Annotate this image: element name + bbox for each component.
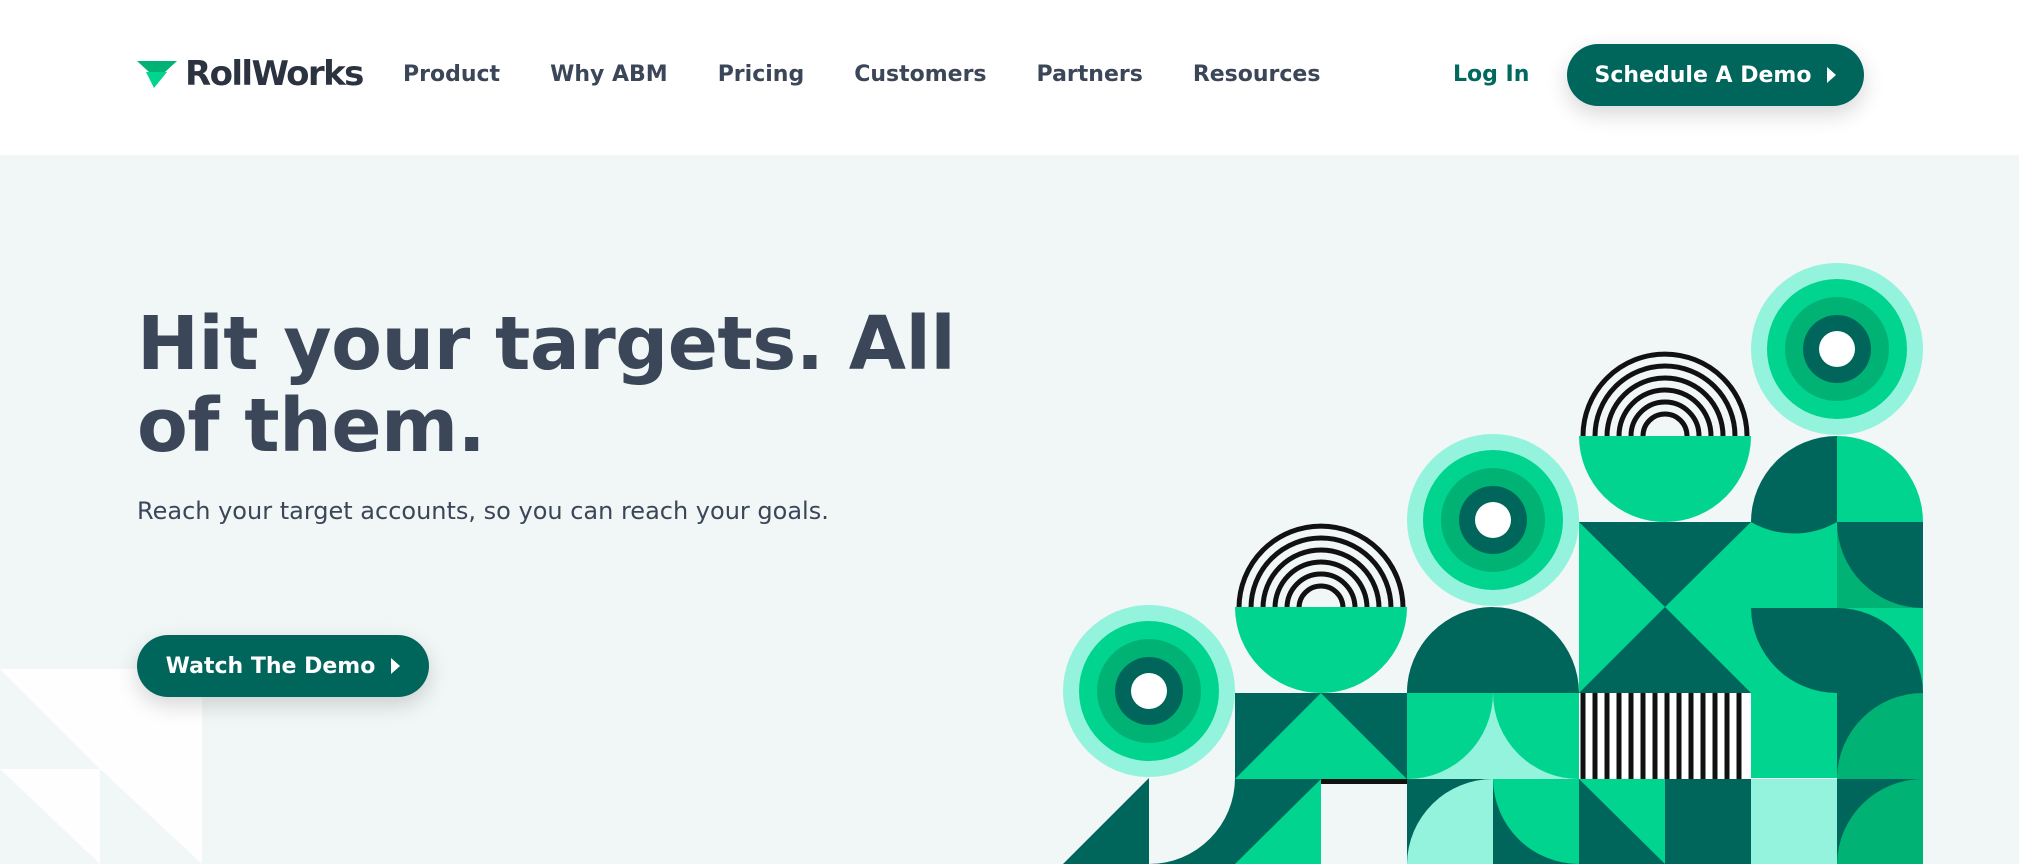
watch-demo-label: Watch The Demo [165, 653, 376, 679]
rollworks-logo-icon [137, 61, 177, 88]
rollworks-logo[interactable]: RollWorks [137, 54, 364, 94]
geometric-illustration [1063, 263, 1923, 864]
target-circle-2 [1407, 434, 1579, 606]
vertical-stripes [1579, 693, 1751, 779]
nav-why-abm[interactable]: Why ABM [550, 61, 668, 89]
triangle-decoration [0, 669, 202, 864]
watch-demo-button[interactable]: Watch The Demo [137, 635, 429, 697]
site-header: RollWorks Product Why ABM Pricing Custom… [0, 0, 2019, 155]
nav-customers[interactable]: Customers [854, 61, 986, 89]
hero-title: Hit your targets. All of them. [137, 301, 956, 469]
nav-resources[interactable]: Resources [1193, 61, 1321, 89]
nav-pricing[interactable]: Pricing [718, 61, 805, 89]
arch-lines-2 [1580, 351, 1750, 437]
hero-section: Hit your targets. All of them. Reach you… [0, 155, 2019, 864]
nav-product[interactable]: Product [403, 61, 500, 89]
target-circle-3 [1751, 263, 1923, 435]
schedule-demo-button[interactable]: Schedule A Demo [1567, 44, 1864, 106]
caret-right-icon [391, 658, 401, 674]
hero-subtitle: Reach your target accounts, so you can r… [137, 497, 829, 525]
arch-lines-1 [1236, 523, 1406, 609]
main-nav: Product Why ABM Pricing Customers Partne… [403, 61, 1370, 89]
schedule-demo-label: Schedule A Demo [1594, 62, 1812, 88]
logo-wordmark: RollWorks [185, 54, 364, 94]
target-circle-1 [1063, 605, 1235, 777]
login-link[interactable]: Log In [1453, 61, 1529, 89]
caret-right-icon [1827, 67, 1837, 83]
nav-partners[interactable]: Partners [1037, 61, 1143, 89]
